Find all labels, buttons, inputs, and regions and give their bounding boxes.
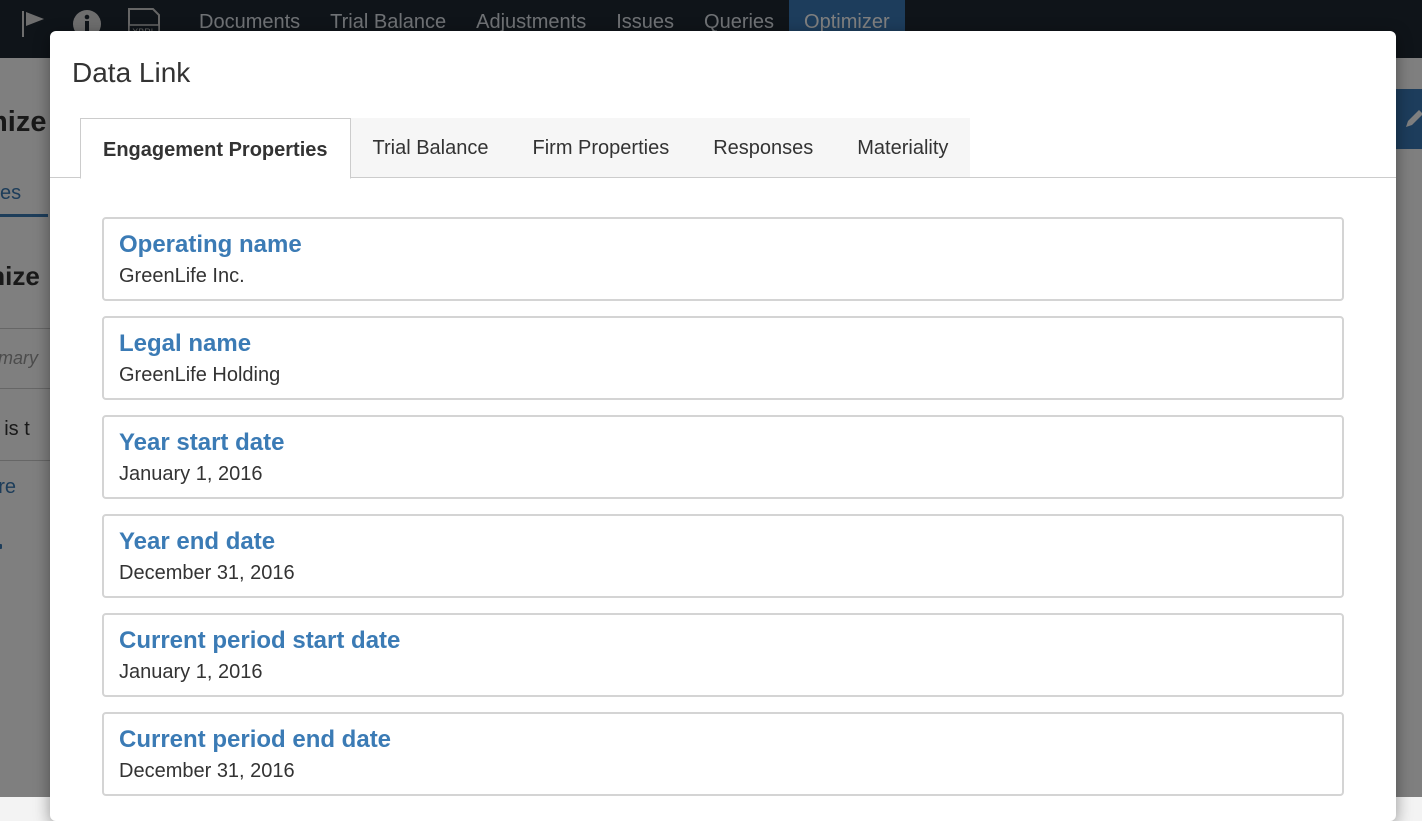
tab-trial-balance[interactable]: Trial Balance: [351, 118, 511, 178]
tab-engagement-properties[interactable]: Engagement Properties: [80, 118, 351, 179]
tab-materiality[interactable]: Materiality: [835, 118, 970, 178]
tab-firm-properties[interactable]: Firm Properties: [511, 118, 692, 178]
property-operating-name[interactable]: Operating name GreenLife Inc.: [102, 217, 1344, 301]
property-value: GreenLife Inc.: [119, 265, 245, 287]
property-label: Operating name: [119, 231, 302, 258]
dialog-title: Data Link: [72, 57, 191, 88]
property-label: Current period end date: [119, 726, 392, 753]
property-value: January 1, 2016: [119, 463, 263, 485]
property-value: January 1, 2016: [119, 661, 263, 683]
property-current-period-end-date[interactable]: Current period end date December 31, 201…: [102, 712, 1344, 796]
property-label: Year end date: [119, 528, 276, 555]
property-current-period-start-date[interactable]: Current period start date January 1, 201…: [102, 613, 1344, 697]
property-value: December 31, 2016: [119, 760, 295, 782]
tab-responses[interactable]: Responses: [691, 118, 835, 178]
dialog-tabs: Engagement Properties Trial Balance Firm…: [80, 118, 971, 179]
property-legal-name[interactable]: Legal name GreenLife Holding: [102, 316, 1344, 400]
data-link-dialog: Data Link Engagement Properties Trial Ba…: [50, 31, 1396, 821]
property-year-end-date[interactable]: Year end date December 31, 2016: [102, 514, 1344, 598]
property-label: Legal name: [119, 330, 252, 357]
property-label: Year start date: [119, 429, 285, 456]
property-value: GreenLife Holding: [119, 364, 281, 386]
property-value: December 31, 2016: [119, 562, 295, 584]
property-label: Current period start date: [119, 627, 401, 654]
property-list: Operating name GreenLife Inc. Legal name…: [102, 217, 1344, 811]
property-year-start-date[interactable]: Year start date January 1, 2016: [102, 415, 1344, 499]
